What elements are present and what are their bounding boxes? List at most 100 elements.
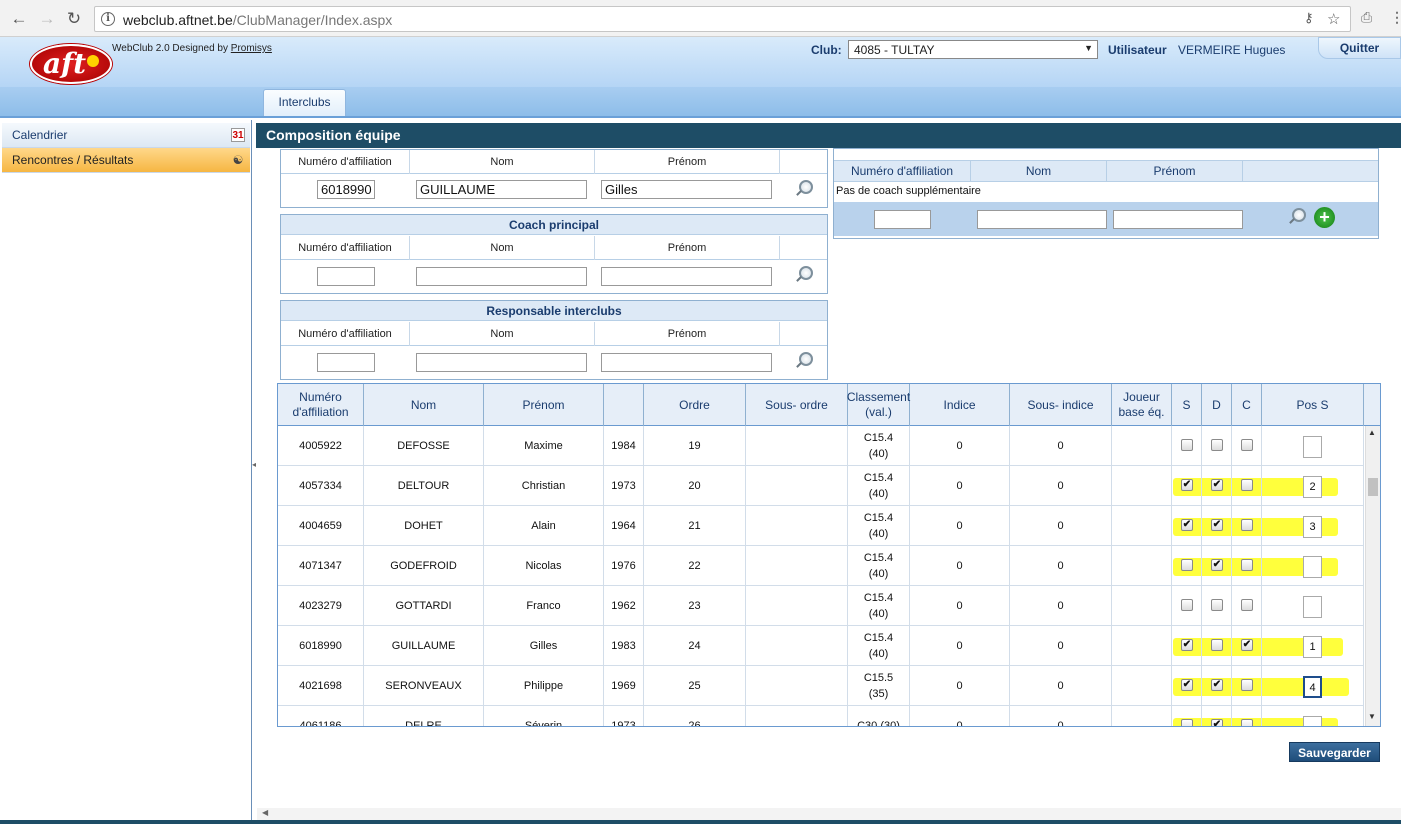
checkbox-d[interactable]: ✔ — [1211, 479, 1223, 491]
checkbox-s[interactable] — [1181, 439, 1193, 451]
cell-prenom: Maxime — [484, 426, 604, 466]
info-icon[interactable]: i — [101, 12, 115, 26]
checkbox-c[interactable]: ✔ — [1241, 639, 1253, 651]
tab-interclubs[interactable]: Interclubs — [263, 89, 346, 116]
coach-nom-input[interactable] — [416, 267, 587, 286]
cell-classement: C30 (30) — [848, 706, 910, 726]
cell-d — [1202, 626, 1232, 666]
checkbox-c[interactable] — [1241, 519, 1253, 531]
extra-coach-nom-input[interactable] — [977, 210, 1107, 229]
pos-input[interactable]: 1 — [1303, 636, 1322, 658]
checkbox-c[interactable] — [1241, 719, 1253, 726]
pos-input[interactable] — [1303, 596, 1322, 618]
cell-c — [1232, 546, 1262, 586]
cell-annee: 1973 — [604, 466, 644, 506]
pos-input[interactable] — [1303, 556, 1322, 578]
captain-nom-input[interactable]: GUILLAUME — [416, 180, 587, 199]
star-icon[interactable]: ☆ — [1327, 10, 1340, 28]
cell-indice: 0 — [910, 546, 1010, 586]
cell-nom: DELTOUR — [364, 466, 484, 506]
captain-affil-input[interactable]: 6018990 — [317, 180, 375, 199]
club-select[interactable]: 4085 - TULTAY ▼ — [848, 40, 1098, 59]
cell-sous-ordre — [746, 666, 848, 706]
back-arrow-icon[interactable]: ← — [8, 8, 30, 30]
checkbox-d[interactable]: ✔ — [1211, 559, 1223, 571]
people-icon: ☯ — [232, 153, 244, 167]
forward-arrow-icon[interactable]: → — [36, 8, 58, 30]
classement-value: C30 (30) — [857, 720, 900, 726]
reload-icon[interactable]: ↻ — [63, 8, 85, 30]
checkbox-s[interactable] — [1181, 599, 1193, 611]
table-row: 4021698 SERONVEAUX Philippe 1969 25 C15.5 (35)… — [278, 666, 1364, 706]
pos-input[interactable] — [1303, 436, 1322, 458]
checkbox-s[interactable]: ✔ — [1181, 479, 1193, 491]
checkbox-d[interactable] — [1211, 639, 1223, 651]
checkbox-c[interactable] — [1241, 559, 1253, 571]
checkbox-c[interactable] — [1241, 599, 1253, 611]
checkbox-s[interactable]: ✔ — [1181, 639, 1193, 651]
pos-input[interactable]: 3 — [1303, 516, 1322, 538]
address-bar[interactable]: i webclub.aftnet.be/ClubManager/Index.as… — [94, 6, 1351, 32]
pos-input[interactable] — [1303, 716, 1322, 726]
cell-prenom: Philippe — [484, 666, 604, 706]
extra-coach-affil-input[interactable] — [874, 210, 931, 229]
sidebar-item-rencontres[interactable]: Rencontres / Résultats ☯ — [2, 148, 250, 173]
coach-prenom-input[interactable] — [601, 267, 772, 286]
captain-panel-header: Numéro d'affiliation Nom Prénom — [281, 150, 827, 174]
quit-button[interactable]: Quitter — [1318, 37, 1401, 59]
extra-coach-prenom-input[interactable] — [1113, 210, 1243, 229]
pos-input[interactable]: 4 — [1303, 676, 1322, 698]
scroll-up-icon[interactable]: ▲ — [1368, 428, 1376, 437]
pdf-extension-icon[interactable]: ⎙ — [1361, 9, 1372, 26]
checkbox-s[interactable]: ✔ — [1181, 519, 1193, 531]
resp-nom-input[interactable] — [416, 353, 587, 372]
checkbox-d[interactable]: ✔ — [1211, 679, 1223, 691]
responsable-panel: Responsable interclubs Numéro d'affiliat… — [280, 300, 828, 380]
scroll-down-icon[interactable]: ▼ — [1368, 712, 1376, 721]
cell-c — [1232, 466, 1262, 506]
sidebar-item-calendrier[interactable]: Calendrier 31 — [2, 123, 250, 148]
coach-affil-input[interactable] — [317, 267, 375, 286]
page-horizontal-scrollbar[interactable]: ◀ — [257, 808, 1401, 820]
cell-joueur-base — [1112, 466, 1172, 506]
cell-annee: 1976 — [604, 546, 644, 586]
checkbox-d[interactable]: ✔ — [1211, 519, 1223, 531]
cell-affil: 6018990 — [278, 626, 364, 666]
resp-prenom-input[interactable] — [601, 353, 772, 372]
cell-d: ✔ — [1202, 666, 1232, 706]
scrollbar-thumb[interactable] — [1368, 478, 1378, 496]
cell-s: ✔ — [1172, 626, 1202, 666]
cell-sous-indice: 0 — [1010, 586, 1112, 626]
checkbox-c[interactable] — [1241, 679, 1253, 691]
bottom-bar — [0, 820, 1401, 824]
search-icon[interactable] — [799, 180, 813, 194]
search-icon[interactable] — [799, 352, 813, 366]
cell-nom: SERONVEAUX — [364, 666, 484, 706]
cell-annee: 1964 — [604, 506, 644, 546]
cell-sous-indice: 0 — [1010, 666, 1112, 706]
captain-prenom-input[interactable]: Gilles — [601, 180, 772, 199]
checkbox-c[interactable] — [1241, 479, 1253, 491]
save-button[interactable]: Sauvegarder — [1289, 742, 1380, 762]
menu-icon[interactable]: ⋮ — [1390, 9, 1401, 26]
promisys-link[interactable]: Promisys — [231, 43, 272, 54]
checkbox-d[interactable] — [1211, 599, 1223, 611]
checkbox-d[interactable] — [1211, 439, 1223, 451]
add-coach-icon[interactable]: + — [1314, 207, 1335, 228]
checkbox-d[interactable]: ✔ — [1211, 719, 1223, 726]
grid-scrollbar[interactable]: ▲ ▼ — [1365, 426, 1380, 726]
cell-classement: C15.5 (35) — [848, 666, 910, 706]
search-icon[interactable] — [799, 266, 813, 280]
cell-pos — [1262, 706, 1364, 726]
checkbox-s[interactable] — [1181, 719, 1193, 726]
scroll-left-icon[interactable]: ◀ — [262, 808, 268, 817]
resp-affil-input[interactable] — [317, 353, 375, 372]
classement-value: C15.4 — [863, 632, 894, 644]
checkbox-s[interactable]: ✔ — [1181, 679, 1193, 691]
cell-joueur-base — [1112, 666, 1172, 706]
pos-input[interactable]: 2 — [1303, 476, 1322, 498]
checkbox-c[interactable] — [1241, 439, 1253, 451]
checkbox-s[interactable] — [1181, 559, 1193, 571]
search-icon[interactable] — [1292, 208, 1306, 222]
key-icon[interactable]: ⚷ — [1304, 10, 1314, 26]
